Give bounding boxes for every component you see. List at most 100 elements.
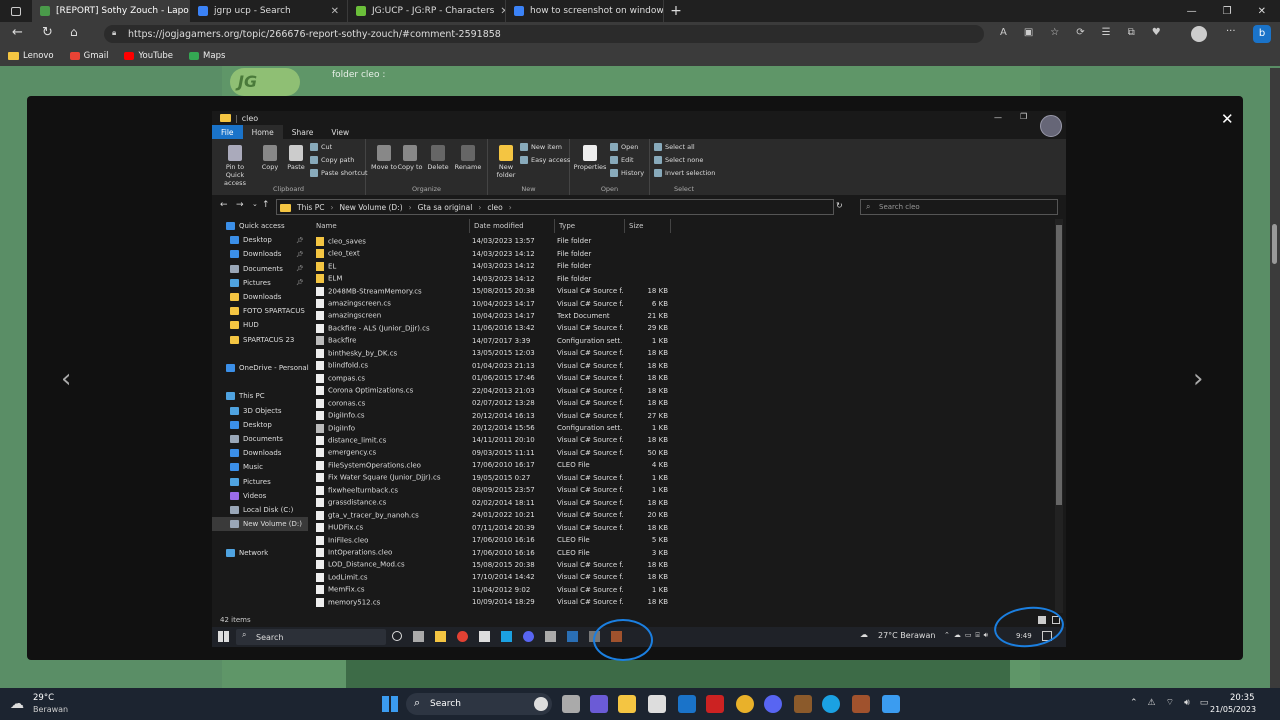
tab-actions-icon[interactable]	[0, 0, 32, 22]
system-tray-icons[interactable]: ⌃⚠︎⌔🔊︎▭	[1130, 697, 1218, 708]
os-clock-date[interactable]: 21/05/2023	[1210, 705, 1256, 714]
nav-item[interactable]: Music	[212, 460, 308, 474]
browser-tab[interactable]: [REPORT] Sothy Zouch - Laporan✕	[32, 0, 190, 22]
new-item-button[interactable]: New item	[520, 143, 562, 151]
file-row[interactable]: 2048MB-StreamMemory.cs 15/08/2015 20:38 Vi…	[312, 285, 672, 298]
lenovo-app-icon[interactable]	[678, 695, 696, 713]
file-row[interactable]: gta_v_tracer_by_nanoh.cs 24/01/2022 10:21…	[312, 509, 672, 522]
copy-path-button[interactable]: Copy path	[310, 156, 354, 164]
extensions-icon[interactable]: ⟳	[1076, 27, 1084, 38]
nav-item[interactable]: Pictures	[212, 475, 308, 489]
page-scrollbar-thumb[interactable]	[1272, 224, 1277, 264]
ribbon-tab-share[interactable]: Share	[283, 125, 323, 139]
start-icon[interactable]	[382, 696, 398, 712]
file-row[interactable]: compas.cs 01/06/2015 17:46 Visual C# Sourc…	[312, 372, 672, 385]
inner-cortana-icon[interactable]	[392, 631, 402, 641]
bing-chat-icon[interactable]	[534, 697, 548, 711]
new-folder-button[interactable]: New folder	[492, 145, 520, 179]
ribbon-tab-view[interactable]: View	[322, 125, 358, 139]
refresh-folder-icon[interactable]: ↻	[836, 201, 843, 210]
browser-essentials-icon[interactable]: ♥	[1152, 27, 1161, 38]
mcafee-icon[interactable]	[706, 695, 724, 713]
inner-explorer-icon[interactable]	[435, 631, 446, 642]
new-tab-icon[interactable]: +	[664, 3, 688, 19]
file-row[interactable]: HUDFix.cs 07/11/2014 20:39 Visual C# Sourc…	[312, 521, 672, 534]
ribbon-tab-home[interactable]: Home	[242, 125, 283, 139]
breadcrumb[interactable]: This PC › New Volume (D:) › Gta sa original ›…	[276, 199, 834, 215]
profile-avatar[interactable]	[1191, 26, 1207, 42]
nav-item[interactable]: Downloads	[212, 290, 308, 304]
column-size[interactable]: Size	[625, 219, 671, 233]
nav-up-icon[interactable]: ↑	[262, 200, 270, 210]
open-button[interactable]: Open	[610, 143, 638, 151]
favorite-lenovo[interactable]: Lenovo	[8, 51, 54, 61]
discord-icon[interactable]	[764, 695, 782, 713]
column-type[interactable]: Type	[555, 219, 625, 233]
file-row[interactable]: DigiInfo.cs 20/12/2014 16:13 Visual C# Sou…	[312, 409, 672, 422]
nav-item[interactable]: Videos	[212, 489, 308, 503]
nav-item[interactable]: 3D Objects	[212, 404, 308, 418]
file-row[interactable]: amazingscreen.cs 10/04/2023 14:17 Visual C…	[312, 297, 672, 310]
select-none-button[interactable]: Select none	[654, 156, 703, 164]
pin-icon[interactable]: 📌︎	[296, 265, 304, 272]
browser-tab[interactable]: how to screenshot on windows -✕	[506, 0, 664, 22]
explorer-minimize-icon[interactable]: —	[994, 113, 1002, 122]
favorite-star-icon[interactable]: ☆	[1050, 27, 1059, 38]
file-row[interactable]: ELM 14/03/2023 14:12 File folder	[312, 272, 672, 285]
weather-desc[interactable]: Berawan	[33, 705, 68, 714]
nav-item[interactable]: Downloads	[212, 446, 308, 460]
lightbox-next-icon[interactable]: ›	[1193, 364, 1203, 394]
file-row[interactable]: DigiInfo 20/12/2014 15:56 Configuration se…	[312, 422, 672, 435]
invert-selection-button[interactable]: Invert selection	[654, 169, 715, 177]
edit-button[interactable]: Edit	[610, 156, 634, 164]
back-icon[interactable]: ←	[12, 25, 23, 40]
inner-start-icon[interactable]	[218, 631, 229, 642]
file-row[interactable]: amazingscreen 10/04/2023 14:17 Text Docume…	[312, 310, 672, 323]
favorite-youtube[interactable]: YouTube	[124, 51, 173, 61]
pin-icon[interactable]: 📌︎	[296, 237, 304, 244]
inner-chrome-icon[interactable]	[457, 631, 468, 642]
cut-button[interactable]: Cut	[310, 143, 332, 151]
gta-icon[interactable]	[852, 695, 870, 713]
browser-tab[interactable]: JG:UCP - JG:RP - Characters✕	[348, 0, 506, 22]
file-row[interactable]: emergency.cs 09/03/2015 11:11 Visual C# So…	[312, 447, 672, 460]
paste-shortcut-button[interactable]: Paste shortcut	[310, 169, 368, 177]
file-row[interactable]: EL 14/03/2023 14:12 File folder	[312, 260, 672, 273]
nav-item[interactable]: Downloads 📌︎	[212, 247, 308, 261]
page-scrollbar[interactable]	[1270, 68, 1280, 688]
file-row[interactable]: coronas.cs 02/07/2012 13:28 Visual C# Sour…	[312, 397, 672, 410]
breadcrumb-item[interactable]: cleo	[487, 203, 502, 212]
search-input[interactable]: ⌕ Search cleo	[860, 199, 1058, 215]
copy-button[interactable]: Copy	[256, 145, 284, 171]
nav-item[interactable]: Desktop	[212, 418, 308, 432]
rename-button[interactable]: Rename	[452, 145, 484, 171]
more-icon[interactable]: ···	[1226, 26, 1236, 37]
inner-app-icon[interactable]	[479, 631, 490, 642]
weather-temp[interactable]: 29°C	[33, 693, 54, 703]
teams-icon[interactable]	[590, 695, 608, 713]
inner-tray-icons[interactable]: ⌃☁▭⌸🔊︎	[944, 631, 992, 640]
inner-app2-icon[interactable]	[545, 631, 556, 642]
inner-search-box[interactable]: ⌕ Search	[236, 629, 386, 645]
store-icon[interactable]	[648, 695, 666, 713]
breadcrumb-chevron-icon[interactable]: ›	[409, 203, 412, 212]
refresh-icon[interactable]: ↻	[42, 25, 53, 40]
breadcrumb-chevron-icon[interactable]: ›	[330, 203, 333, 212]
breadcrumb-chevron-icon[interactable]: ›	[509, 203, 512, 212]
nav-item[interactable]: Local Disk (C:)	[212, 503, 308, 517]
breadcrumb-item[interactable]: This PC	[297, 203, 324, 212]
file-row[interactable]: distance_limit.cs 14/11/2011 20:10 Visual …	[312, 434, 672, 447]
close-window-icon[interactable]: ✕	[1258, 6, 1266, 17]
file-row[interactable]: Corona Optimizations.cs 22/04/2013 21:03 V…	[312, 384, 672, 397]
ribbon-tab-file[interactable]: File	[212, 125, 243, 139]
select-all-button[interactable]: Select all	[654, 143, 695, 151]
move-to-button[interactable]: Move to	[370, 145, 398, 171]
nav-item[interactable]: Documents 📌︎	[212, 262, 308, 276]
bing-icon[interactable]: b	[1253, 25, 1271, 43]
explorer-restore-icon[interactable]: ❐	[1020, 112, 1027, 121]
file-explorer-icon[interactable]	[618, 695, 636, 713]
file-row[interactable]: fixwheelturnback.cs 08/09/2015 23:57 Visua…	[312, 484, 672, 497]
read-aloud-icon[interactable]: A	[1000, 27, 1007, 38]
minimize-icon[interactable]: —	[1187, 6, 1197, 17]
file-row[interactable]: cleo_saves 14/03/2023 13:57 File folder	[312, 235, 672, 248]
